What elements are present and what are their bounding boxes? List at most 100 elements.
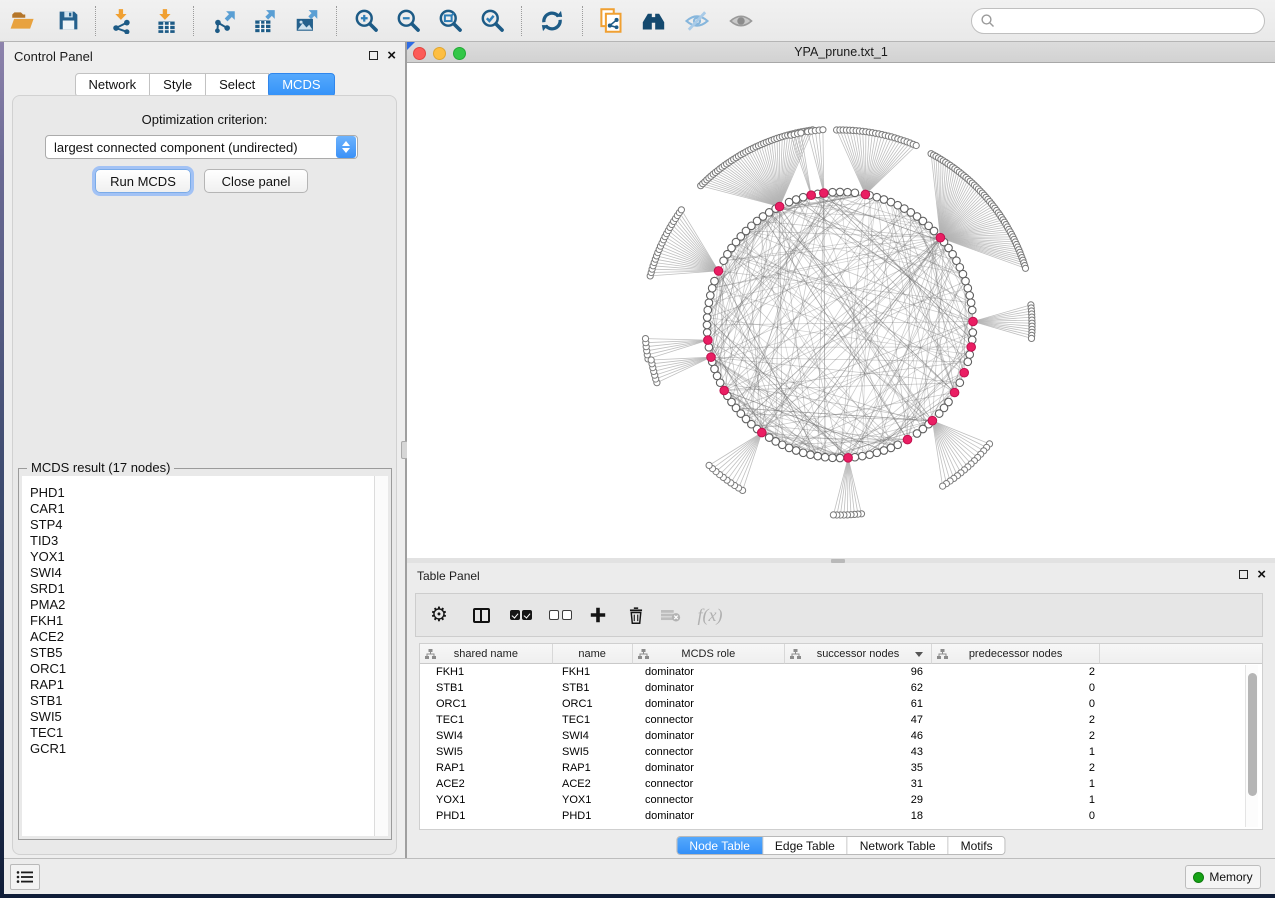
network-node[interactable]: [964, 358, 972, 366]
network-leaf-node[interactable]: [678, 207, 684, 213]
zoom-selected-icon[interactable]: [475, 4, 509, 38]
open-file-icon[interactable]: [5, 4, 39, 38]
table-cell[interactable]: 1: [933, 776, 1102, 792]
mcds-result-item[interactable]: ACE2: [22, 629, 388, 645]
table-cell[interactable]: 43: [786, 744, 933, 760]
network-hub-node[interactable]: [704, 336, 713, 345]
table-cell[interactable]: ORC1: [420, 696, 553, 712]
minimize-window-traffic-light[interactable]: [433, 47, 446, 60]
zoom-out-icon[interactable]: [391, 4, 425, 38]
table-cell[interactable]: FKH1: [553, 664, 633, 680]
mcds-result-item[interactable]: STB5: [22, 645, 388, 661]
mcds-result-item[interactable]: FKH1: [22, 613, 388, 629]
network-leaf-node[interactable]: [820, 127, 826, 133]
table-row[interactable]: SWI4SWI4dominator462: [420, 728, 1262, 744]
zoom-fit-icon[interactable]: [433, 4, 467, 38]
mcds-result-list[interactable]: PHD1CAR1STP4TID3YOX1SWI4SRD1PMA2FKH1ACE2…: [22, 476, 388, 836]
tab-node-table[interactable]: Node Table: [677, 837, 763, 854]
table-cell[interactable]: connector: [633, 712, 786, 728]
mcds-result-item[interactable]: RAP1: [22, 677, 388, 693]
network-leaf-node[interactable]: [830, 512, 836, 518]
network-leaf-node[interactable]: [1022, 265, 1028, 271]
network-node[interactable]: [969, 329, 977, 337]
search-input[interactable]: [971, 8, 1265, 34]
mcds-result-item[interactable]: PMA2: [22, 597, 388, 613]
network-hub-node[interactable]: [775, 202, 784, 211]
network-node[interactable]: [711, 365, 719, 373]
column-header-shared-name[interactable]: shared name: [420, 644, 553, 664]
table-row[interactable]: STB1STB1dominator620: [420, 680, 1262, 696]
mcds-result-item[interactable]: GCR1: [22, 741, 388, 757]
network-node[interactable]: [873, 193, 881, 201]
close-panel-icon[interactable]: ×: [387, 51, 396, 60]
network-hub-node[interactable]: [714, 267, 723, 276]
network-leaf-node[interactable]: [706, 462, 712, 468]
show-all-eye-icon[interactable]: [724, 4, 758, 38]
deselect-all-icon[interactable]: [542, 593, 578, 637]
network-leaf-node[interactable]: [1028, 335, 1034, 341]
network-node[interactable]: [799, 449, 807, 457]
mcds-result-item[interactable]: YOX1: [22, 549, 388, 565]
network-leaf-node[interactable]: [648, 357, 654, 363]
import-table-icon[interactable]: [149, 4, 183, 38]
network-node[interactable]: [967, 299, 975, 307]
table-row[interactable]: SWI5SWI5connector431: [420, 744, 1262, 760]
network-node[interactable]: [956, 379, 964, 387]
table-row[interactable]: FKH1FKH1dominator962: [420, 664, 1262, 680]
column-header-successor-nodes[interactable]: successor nodes: [785, 644, 932, 664]
network-hub-node[interactable]: [758, 428, 767, 437]
column-header-MCDS-role[interactable]: MCDS role: [633, 644, 786, 664]
table-cell[interactable]: SWI4: [420, 728, 553, 744]
table-cell[interactable]: PHD1: [553, 808, 633, 824]
network-leaf-node[interactable]: [940, 483, 946, 489]
network-node[interactable]: [859, 452, 867, 460]
table-cell[interactable]: 96: [786, 664, 933, 680]
maximize-window-traffic-light[interactable]: [453, 47, 466, 60]
network-node[interactable]: [836, 454, 844, 462]
table-cell[interactable]: SWI5: [420, 744, 553, 760]
mcds-result-item[interactable]: SWI4: [22, 565, 388, 581]
table-row[interactable]: PHD1PHD1dominator180: [420, 808, 1262, 824]
tab-edge-table[interactable]: Edge Table: [763, 837, 848, 854]
table-cell[interactable]: RAP1: [420, 760, 553, 776]
save-session-icon[interactable]: [51, 4, 85, 38]
table-cell[interactable]: TEC1: [420, 712, 553, 728]
delete-column-trash-icon[interactable]: [618, 593, 654, 637]
table-row[interactable]: TEC1TEC1connector472: [420, 712, 1262, 728]
network-hub-node[interactable]: [960, 368, 969, 377]
column-header-name[interactable]: name: [553, 644, 633, 664]
network-hub-node[interactable]: [720, 386, 729, 395]
network-node[interactable]: [880, 447, 888, 455]
table-cell[interactable]: 0: [933, 680, 1102, 696]
table-row[interactable]: YOX1YOX1connector291: [420, 792, 1262, 808]
table-cell[interactable]: connector: [633, 776, 786, 792]
table-cell[interactable]: 62: [786, 680, 933, 696]
network-hub-node[interactable]: [969, 317, 978, 326]
table-cell[interactable]: dominator: [633, 680, 786, 696]
table-close-panel-icon[interactable]: ×: [1257, 570, 1266, 579]
network-node[interactable]: [962, 277, 970, 285]
network-leaf-node[interactable]: [642, 336, 648, 342]
network-node[interactable]: [704, 306, 712, 314]
network-hub-node[interactable]: [903, 435, 912, 444]
table-cell[interactable]: RAP1: [553, 760, 633, 776]
network-node[interactable]: [821, 453, 829, 461]
tab-network[interactable]: Network: [74, 73, 150, 97]
network-node[interactable]: [708, 284, 716, 292]
tab-select[interactable]: Select: [205, 73, 269, 97]
network-node[interactable]: [851, 189, 859, 197]
binoculars-icon[interactable]: [636, 4, 670, 38]
network-hub-node[interactable]: [950, 388, 959, 397]
tab-mcds[interactable]: MCDS: [268, 73, 334, 97]
network-hub-node[interactable]: [807, 191, 816, 200]
table-cell[interactable]: 35: [786, 760, 933, 776]
network-hub-node[interactable]: [928, 416, 937, 425]
mcds-result-item[interactable]: TID3: [22, 533, 388, 549]
clone-network-icon[interactable]: [594, 4, 628, 38]
network-node[interactable]: [711, 277, 719, 285]
network-node[interactable]: [814, 452, 822, 460]
network-node[interactable]: [703, 314, 711, 322]
table-cell[interactable]: SWI5: [553, 744, 633, 760]
network-node[interactable]: [829, 454, 837, 462]
mcds-result-item[interactable]: SWI5: [22, 709, 388, 725]
